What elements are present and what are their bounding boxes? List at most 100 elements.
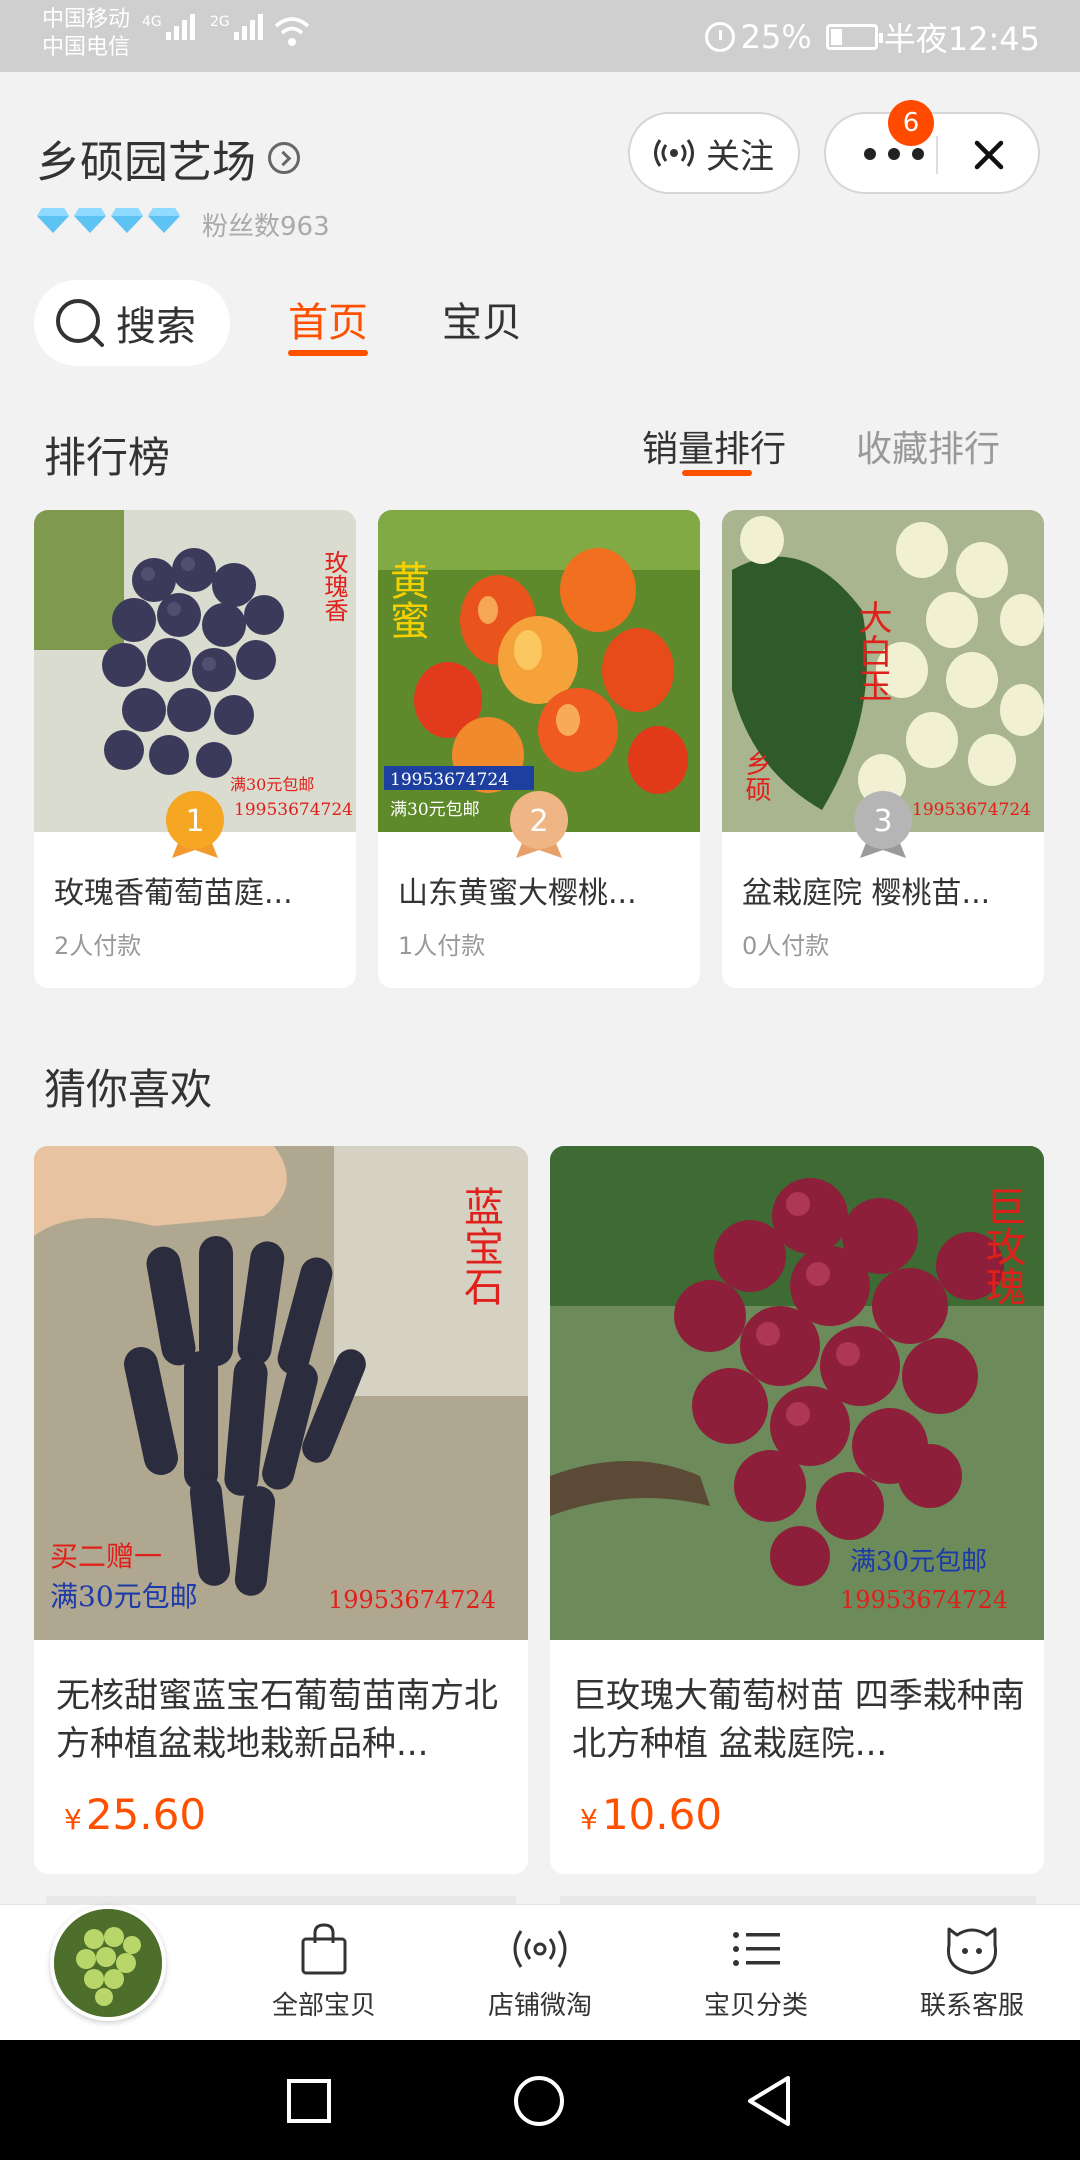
tab-home[interactable]: 首页 xyxy=(288,290,368,348)
product-image-rose-grape: 巨玫瑰 满30元包邮 19953674724 xyxy=(550,1146,1044,1640)
sort-sales-indicator xyxy=(682,470,752,476)
shop-avatar-grape-image xyxy=(54,1909,162,2017)
image-phone: 19953674724 xyxy=(912,800,1031,820)
battery-icon xyxy=(825,24,883,50)
alarm-icon xyxy=(704,22,735,52)
recommend-card-2[interactable]: 巨玫瑰 满30元包邮 19953674724 巨玫瑰大葡萄树苗 四季栽种南北方种… xyxy=(550,1146,1044,1874)
carrier-labels: 中国移动 中国电信 xyxy=(42,6,130,62)
carrier-1: 中国移动 xyxy=(42,7,131,32)
rank-number: 1 xyxy=(185,804,204,839)
wifi-icon xyxy=(274,17,310,46)
signal-2-icon: 2G xyxy=(210,14,266,40)
system-nav-bar xyxy=(0,2040,1080,2160)
shop-name-text: 乡硕园艺场 xyxy=(36,137,256,188)
follow-button[interactable]: 关注 xyxy=(628,112,800,194)
nav-all-items[interactable]: 全部宝贝 xyxy=(244,1921,404,2022)
rank-number: 3 xyxy=(873,804,892,839)
product-image-sapphire-grape: 蓝宝石 买二赠一 满30元包邮 19953674724 xyxy=(34,1146,528,1640)
rank-medal-icon: 2 xyxy=(510,791,568,858)
close-icon[interactable] xyxy=(966,132,1012,178)
rank-card-1[interactable]: 玫瑰香 满30元包邮 19953674724 1 玫瑰香葡萄苗庭... 2人付款 xyxy=(34,510,356,988)
nav-customer-service[interactable]: 联系客服 xyxy=(892,1921,1052,2022)
nav-weitao[interactable]: 店铺微淘 xyxy=(460,1921,620,2022)
image-promo: 满30元包邮 xyxy=(230,775,314,794)
image-phone: 19953674724 xyxy=(390,770,509,790)
ranking-title: 排行榜 xyxy=(44,433,171,482)
image-phone: 19953674724 xyxy=(234,800,353,820)
status-right: 25% 半夜12:45 xyxy=(704,14,1040,60)
rank-card-title: 山东黄蜜大樱桃... xyxy=(398,876,637,911)
shop-avatar[interactable] xyxy=(50,1905,166,2021)
search-button[interactable]: 搜索 xyxy=(34,280,230,366)
image-tag: 巨玫瑰 xyxy=(979,1186,1025,1306)
image-promo-1: 买二赠一 xyxy=(50,1540,162,1573)
more-icon[interactable] xyxy=(864,144,924,164)
rank-card-3[interactable]: 大白玉 乡硕 19953674724 3 盆栽庭院 樱桃苗... 0人付款 xyxy=(722,510,1044,988)
rank-card-title: 玫瑰香葡萄苗庭... xyxy=(54,876,293,911)
shopping-bag-icon xyxy=(301,1923,347,1975)
image-tag: 黄蜜 xyxy=(383,560,429,640)
status-bar: 中国移动 中国电信 4G 2G 25% 半夜12:45 xyxy=(0,0,1080,72)
nav-all-items-label: 全部宝贝 xyxy=(271,1991,376,2021)
price-value: 25.60 xyxy=(85,1790,207,1839)
diamond-icon xyxy=(111,208,143,233)
image-tag: 玫瑰香 xyxy=(320,550,348,622)
sort-favorites-tab[interactable]: 收藏排行 xyxy=(856,420,1000,472)
product-image-cherry: 黄蜜 19953674724 满30元包邮 xyxy=(378,510,700,832)
follow-label: 关注 xyxy=(706,136,774,177)
image-tag: 大白玉 xyxy=(852,600,892,702)
image-promo: 满30元包邮 xyxy=(390,800,480,820)
rank-number: 2 xyxy=(529,804,548,839)
home-circle-icon[interactable] xyxy=(512,2074,566,2128)
battery-percent: 25% xyxy=(740,18,812,56)
rank-medal-icon: 1 xyxy=(166,791,224,858)
product-image-white-cherry: 大白玉 乡硕 19953674724 xyxy=(722,510,1044,832)
nav-category-label: 宝贝分类 xyxy=(703,1991,808,2021)
diamond-icon xyxy=(148,208,180,233)
product-image-grape: 玫瑰香 满30元包邮 19953674724 xyxy=(34,510,356,832)
diamond-icon xyxy=(74,208,106,233)
shop-name[interactable]: 乡硕园艺场 xyxy=(36,126,300,190)
net-type-1: 4G xyxy=(142,14,162,30)
nav-category[interactable]: 宝贝分类 xyxy=(676,1921,836,2022)
bottom-nav: 全部宝贝 店铺微淘 宝贝分类 联系客服 xyxy=(0,1904,1080,2040)
recommend-card-title: 巨玫瑰大葡萄树苗 四季栽种南北方种植 盆栽庭院... xyxy=(572,1676,1025,1764)
carrier-2: 中国电信 xyxy=(42,35,131,60)
net-type-2: 2G xyxy=(210,14,230,30)
message-badge: 6 xyxy=(888,100,934,146)
fans-count: 粉丝数963 xyxy=(202,212,330,242)
recommend-card-1[interactable]: 蓝宝石 买二赠一 满30元包邮 19953674724 无核甜蜜蓝宝石葡萄苗南方… xyxy=(34,1146,528,1874)
rank-card-title: 盆栽庭院 樱桃苗... xyxy=(742,876,991,911)
recent-apps-icon[interactable] xyxy=(286,2078,332,2124)
recommend-card-price: ¥25.60 xyxy=(64,1790,206,1839)
broadcast-icon xyxy=(654,139,694,167)
capsule-divider xyxy=(936,136,938,174)
sort-sales-tab[interactable]: 销量排行 xyxy=(642,420,786,472)
currency-symbol: ¥ xyxy=(64,1803,82,1836)
image-tag: 蓝宝石 xyxy=(457,1186,504,1306)
chevron-right-icon xyxy=(268,142,300,174)
rank-card-paid: 1人付款 xyxy=(398,932,486,960)
rank-card-paid: 0人付款 xyxy=(742,932,830,960)
image-promo-2: 满30元包邮 xyxy=(50,1580,198,1613)
price-value: 10.60 xyxy=(601,1790,723,1839)
back-triangle-icon[interactable] xyxy=(744,2074,792,2128)
chat-face-icon xyxy=(946,1927,998,1975)
recommend-title: 猜你喜欢 xyxy=(44,1065,213,1114)
nav-service-label: 联系客服 xyxy=(919,1991,1024,2021)
list-icon xyxy=(733,1932,780,1966)
tab-home-indicator xyxy=(288,350,368,356)
image-promo: 满30元包邮 xyxy=(850,1547,987,1577)
broadcast-icon xyxy=(513,1930,567,1968)
rank-card-2[interactable]: 黄蜜 19953674724 满30元包邮 2 山东黄蜜大樱桃... 1人付款 xyxy=(378,510,700,988)
tab-items[interactable]: 宝贝 xyxy=(442,290,522,348)
image-phone: 19953674724 xyxy=(328,1586,496,1614)
search-label: 搜索 xyxy=(116,304,196,350)
clock: 半夜12:45 xyxy=(883,20,1040,58)
rank-medal-icon: 3 xyxy=(854,791,912,858)
diamond-icon xyxy=(37,208,69,233)
shop-rating-diamonds xyxy=(36,206,184,234)
image-tag-2: 乡硕 xyxy=(741,750,771,802)
signal-1-icon: 4G xyxy=(142,14,198,40)
rank-card-paid: 2人付款 xyxy=(54,932,142,960)
